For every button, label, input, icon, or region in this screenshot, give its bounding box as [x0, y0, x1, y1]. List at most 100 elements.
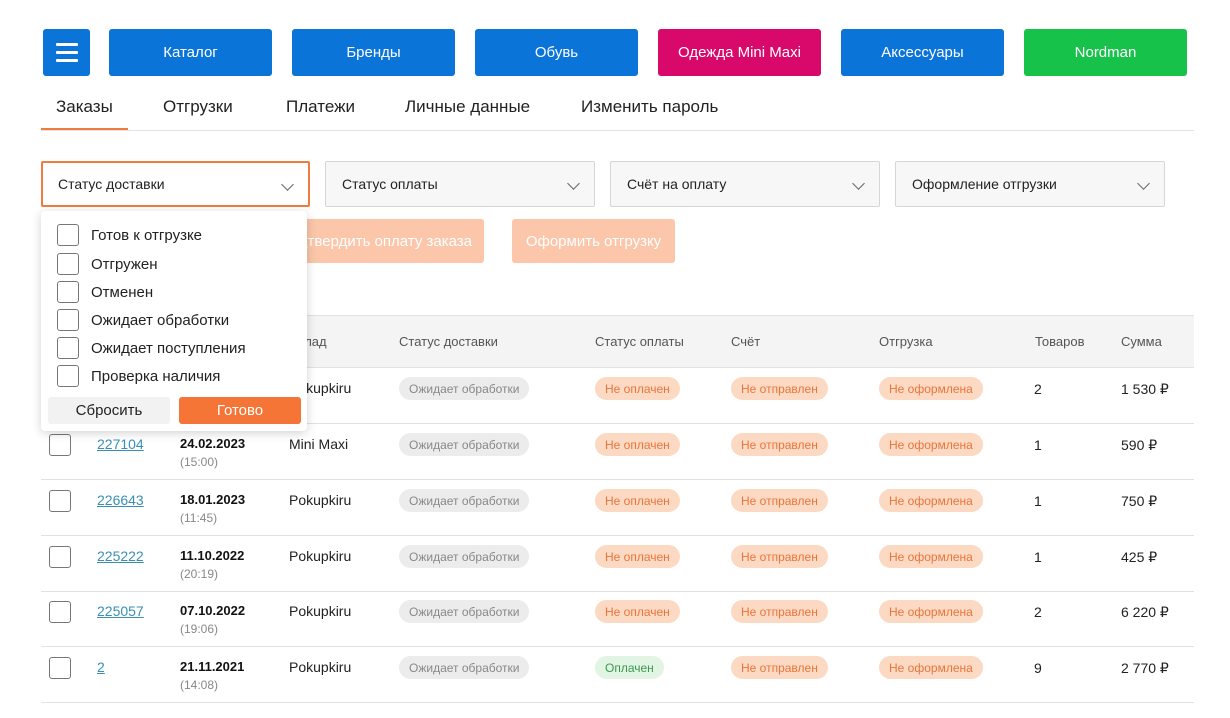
- filter-label: Статус оплаты: [342, 176, 438, 192]
- table-row[interactable]: 2 21.11.2021 (14:08) Pokupkiru Ожидает о…: [41, 647, 1194, 703]
- payment-status-badge: Не оплачен: [595, 377, 680, 400]
- table-row[interactable]: 227104 24.02.2023 (15:00) Mini Maxi Ожид…: [41, 424, 1194, 480]
- invoice-status-badge: Не отправлен: [731, 545, 828, 568]
- tab-payments[interactable]: Платежи: [286, 97, 355, 117]
- nav-button-catalog[interactable]: Каталог: [109, 29, 272, 76]
- option-checkbox[interactable]: [57, 253, 79, 275]
- create-shipment-button[interactable]: Оформить отгрузку: [512, 219, 675, 263]
- column-header-payment-status[interactable]: Статус оплаты: [595, 334, 684, 349]
- order-number-link[interactable]: 225057: [97, 603, 144, 619]
- chevron-down-icon: [281, 178, 294, 191]
- order-sum: 2 770 ₽: [1121, 660, 1169, 676]
- invoice-status-badge: Не отправлен: [731, 433, 828, 456]
- tab-orders[interactable]: Заказы: [56, 97, 113, 117]
- tab-change-password[interactable]: Изменить пароль: [581, 97, 718, 117]
- option-shipped[interactable]: Отгружен: [57, 253, 158, 275]
- done-button[interactable]: Готово: [179, 397, 301, 424]
- row-checkbox[interactable]: [49, 490, 71, 512]
- top-navigation: Каталог Бренды Обувь Одежда Mini Maxi Ак…: [43, 29, 1188, 76]
- column-header-invoice[interactable]: Счёт: [731, 334, 760, 349]
- filter-invoice[interactable]: Счёт на оплату: [610, 161, 880, 207]
- order-time: (19:06): [180, 622, 219, 636]
- items-count: 9: [1034, 660, 1042, 676]
- table-row[interactable]: 225057 07.10.2022 (19:06) Pokupkiru Ожид…: [41, 591, 1194, 647]
- nav-button-accessories[interactable]: Аксессуары: [841, 29, 1004, 76]
- filter-delivery-status[interactable]: Статус доставки: [41, 161, 310, 207]
- option-checkbox[interactable]: [57, 224, 79, 246]
- chevron-down-icon: [1137, 177, 1150, 190]
- tab-personal-data[interactable]: Личные данные: [405, 97, 530, 117]
- option-checkbox[interactable]: [57, 337, 79, 359]
- nav-button-shoes[interactable]: Обувь: [475, 29, 638, 76]
- option-availability-check[interactable]: Проверка наличия: [57, 365, 220, 387]
- option-label: Готов к отгрузке: [91, 226, 203, 244]
- payment-status-badge: Не оплачен: [595, 433, 680, 456]
- option-ready-to-ship[interactable]: Готов к отгрузке: [57, 224, 202, 246]
- nav-button-mini-maxi[interactable]: Одежда Mini Maxi: [658, 29, 821, 76]
- order-number-link[interactable]: 225222: [97, 548, 144, 564]
- delivery-status-badge: Ожидает обработки: [399, 377, 530, 400]
- column-header-shipment[interactable]: Отгрузка: [879, 334, 933, 349]
- warehouse-cell: Pokupkiru: [289, 603, 352, 619]
- order-time: (14:08): [180, 678, 219, 692]
- delivery-status-badge: Ожидает обработки: [399, 489, 530, 512]
- row-checkbox[interactable]: [49, 434, 71, 456]
- order-number-link[interactable]: 227104: [97, 436, 144, 452]
- order-number-link[interactable]: 226643: [97, 492, 144, 508]
- shipment-status-badge: Не оформлена: [879, 489, 983, 512]
- order-sum: 590 ₽: [1121, 437, 1158, 453]
- shipment-status-badge: Не оформлена: [879, 377, 983, 400]
- table-row[interactable]: 226643 18.01.2023 (11:45) Pokupkiru Ожид…: [41, 480, 1194, 536]
- payment-status-badge: Не оплачен: [595, 545, 680, 568]
- filter-payment-status[interactable]: Статус оплаты: [325, 161, 595, 207]
- option-awaiting-processing[interactable]: Ожидает обработки: [57, 309, 229, 331]
- order-sum: 425 ₽: [1121, 549, 1158, 565]
- order-number-link[interactable]: 2: [97, 659, 105, 675]
- row-checkbox[interactable]: [49, 601, 71, 623]
- invoice-status-badge: Не отправлен: [731, 656, 828, 679]
- items-count: 1: [1034, 549, 1042, 565]
- nav-button-brands[interactable]: Бренды: [292, 29, 455, 76]
- row-checkbox[interactable]: [49, 546, 71, 568]
- delivery-status-badge: Ожидает обработки: [399, 656, 530, 679]
- items-count: 2: [1034, 604, 1042, 620]
- option-label: Отменен: [91, 283, 154, 301]
- shipment-status-badge: Не оформлена: [879, 600, 983, 623]
- filter-label: Счёт на оплату: [627, 176, 727, 192]
- column-header-delivery-status[interactable]: Статус доставки: [399, 334, 498, 349]
- option-checkbox[interactable]: [57, 309, 79, 331]
- row-checkbox[interactable]: [49, 657, 71, 679]
- items-count: 1: [1034, 493, 1042, 509]
- column-header-items[interactable]: Товаров: [1035, 334, 1085, 349]
- invoice-status-badge: Не отправлен: [731, 377, 828, 400]
- hamburger-icon[interactable]: [43, 29, 90, 76]
- order-time: (20:19): [180, 567, 219, 581]
- table-row[interactable]: 225222 11.10.2022 (20:19) Pokupkiru Ожид…: [41, 536, 1194, 592]
- delivery-status-dropdown: Готов к отгрузке Отгружен Отменен Ожидае…: [41, 211, 307, 431]
- option-checkbox[interactable]: [57, 365, 79, 387]
- column-header-sum[interactable]: Сумма: [1121, 334, 1162, 349]
- items-count: 2: [1034, 381, 1042, 397]
- tab-shipments[interactable]: Отгрузки: [163, 97, 233, 117]
- warehouse-cell: Pokupkiru: [289, 659, 352, 675]
- option-awaiting-arrival[interactable]: Ожидает поступления: [57, 337, 246, 359]
- active-tab-indicator: [41, 128, 128, 130]
- filter-shipment[interactable]: Оформление отгрузки: [895, 161, 1165, 207]
- reset-button[interactable]: Сбросить: [48, 397, 170, 424]
- order-sum: 750 ₽: [1121, 493, 1158, 509]
- option-cancelled[interactable]: Отменен: [57, 281, 153, 303]
- warehouse-cell: Pokupkiru: [289, 492, 352, 508]
- order-date: 24.02.2023: [180, 436, 246, 451]
- shipment-status-badge: Не оформлена: [879, 433, 983, 456]
- delivery-status-badge: Ожидает обработки: [399, 600, 530, 623]
- order-date: 07.10.2022: [180, 603, 246, 618]
- account-tabs: Заказы Отгрузки Платежи Личные данные Из…: [41, 88, 1194, 131]
- delivery-status-badge: Ожидает обработки: [399, 545, 530, 568]
- chevron-down-icon: [567, 177, 580, 190]
- nav-button-nordman[interactable]: Nordman: [1024, 29, 1187, 76]
- delivery-status-badge: Ожидает обработки: [399, 433, 530, 456]
- option-checkbox[interactable]: [57, 281, 79, 303]
- order-date: 18.01.2023: [180, 492, 246, 507]
- filter-label: Оформление отгрузки: [912, 176, 1057, 192]
- option-label: Проверка наличия: [91, 367, 221, 385]
